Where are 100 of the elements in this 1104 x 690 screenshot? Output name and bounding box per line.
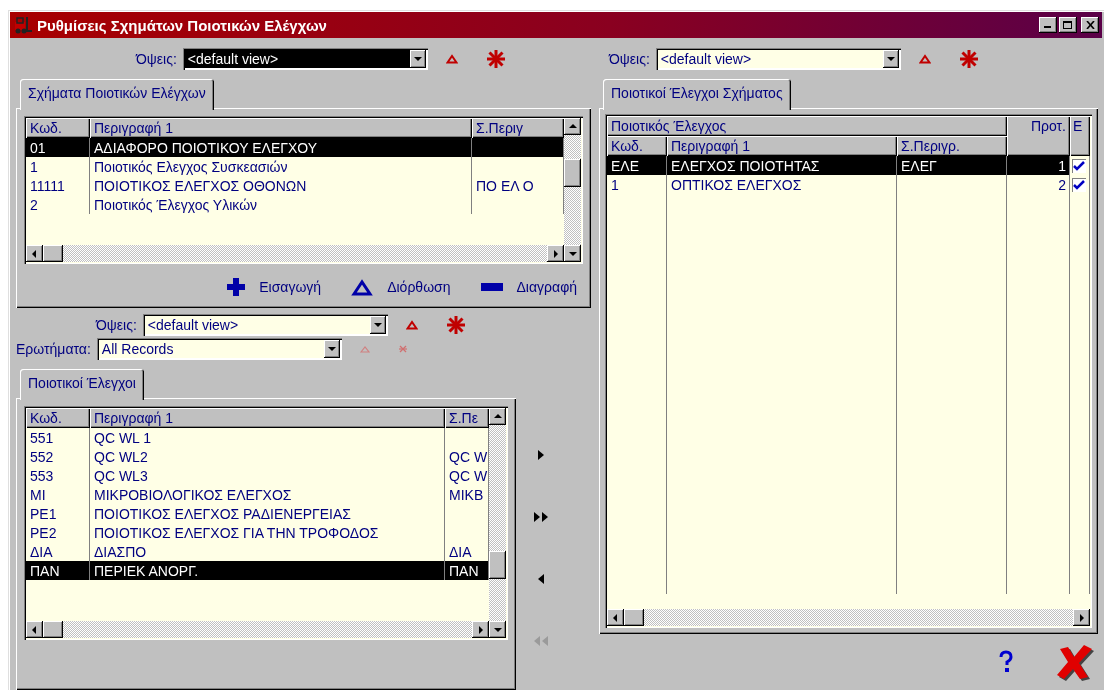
triangle-icon <box>359 345 370 353</box>
column-header[interactable]: Σ.Πε <box>445 408 489 428</box>
table-cell: 2 <box>26 195 90 214</box>
table-cell: 552 <box>26 447 90 466</box>
action-button[interactable]: Εισαγωγή <box>227 278 322 296</box>
help-button[interactable] <box>998 650 1014 674</box>
column-header[interactable]: Σ.Περιγ <box>472 118 564 138</box>
table-cell: ΕΛΕ <box>607 156 667 175</box>
table-cell: 11111 <box>26 176 90 195</box>
asterisk-button[interactable] <box>958 49 979 69</box>
column-header[interactable]: Κωδ. <box>26 408 90 428</box>
table-cell: ΜΙΚΡΟΒΙΟΛΟΓΙΚΟΣ ΕΛΕΓΧΟΣ <box>90 485 445 504</box>
triangle-icon <box>918 54 931 64</box>
asterisk-button[interactable] <box>485 49 506 69</box>
horizontal-scrollbar[interactable] <box>607 609 1090 626</box>
scroll-right-button[interactable] <box>1073 609 1090 626</box>
column-header[interactable]: Κωδ. <box>607 136 667 156</box>
asterisk-icon <box>958 49 979 69</box>
cross-icon <box>1054 643 1094 681</box>
scroll-thumb[interactable] <box>43 245 63 262</box>
action-button[interactable]: Διαγραφή <box>480 278 577 296</box>
triangle-button[interactable] <box>918 54 931 64</box>
table-cell: ΕΛΕΓ <box>897 156 1007 175</box>
scroll-thumb[interactable] <box>564 159 581 187</box>
scroll-left-button[interactable] <box>26 245 43 262</box>
column-header[interactable]: Περιγραφή 1 <box>90 408 445 428</box>
field-label: Όψεις: <box>136 51 177 67</box>
action-button[interactable]: Διόρθωση <box>351 278 451 296</box>
table-row[interactable]: ΕΛΕ ΕΛΕΓΧΟΣ ΠΟΙΟΤΗΤΑΣ ΕΛΕΓ 1 <box>607 156 1090 175</box>
table-row[interactable]: 01 ΑΔΙΑΦΟΡΟ ΠΟΙΟΤΙΚΟΥ ΕΛΕΓΧΟΥ <box>26 138 564 157</box>
scroll-up-button[interactable] <box>489 408 506 425</box>
add-all-button[interactable] <box>532 510 550 524</box>
scroll-down-button[interactable] <box>489 621 506 638</box>
question-mark-icon <box>998 650 1014 674</box>
scroll-up-button[interactable] <box>564 118 581 135</box>
scroll-left-button[interactable] <box>26 621 43 638</box>
double-triangle-left-icon <box>534 636 548 646</box>
close-button[interactable] <box>1081 17 1099 33</box>
field-label: Όψεις: <box>96 317 137 333</box>
table-cell: ΠΕΡΙΕΚ ΑΝΟΡΓ. <box>90 561 445 580</box>
view-dropdown[interactable]: <default view> <box>655 48 901 70</box>
table-cell: 553 <box>26 466 90 485</box>
caret-down-icon <box>326 344 337 354</box>
field-label: Όψεις: <box>609 51 650 67</box>
view-dropdown[interactable]: <default view> <box>182 48 428 70</box>
table-cell: ΠΟΙΟΤΙΚΟΣ ΕΛΕΓΧΟΣ ΓΙΑ ΤΗΝ ΤΡΟΦΟΔΟΣ <box>90 523 445 542</box>
table-cell: Ποιοτικός Έλεγχος Υλικών <box>90 195 472 214</box>
minimize-button[interactable] <box>1039 17 1057 33</box>
column-header[interactable]: Προτ. <box>1007 116 1070 156</box>
table-cell: ΑΔΙΑΦΟΡΟ ΠΟΙΟΤΙΚΟΥ ΕΛΕΓΧΟΥ <box>90 138 472 157</box>
vertical-scrollbar[interactable] <box>564 118 581 245</box>
table-cell: ΠΑΝ <box>26 561 90 580</box>
scroll-thumb[interactable] <box>624 609 644 626</box>
tab[interactable]: Σχήματα Ποιοτικών Ελέγχων <box>20 79 214 110</box>
asterisk-icon <box>485 49 506 69</box>
vertical-scrollbar[interactable] <box>489 408 506 621</box>
tab[interactable]: Ποιοτικοί Έλεγχοι <box>20 369 144 400</box>
checkbox[interactable] <box>1072 177 1086 192</box>
scroll-thumb[interactable] <box>43 621 63 638</box>
add-button[interactable] <box>536 448 546 462</box>
table-cell: ΟΠΤΙΚΟΣ ΕΛΕΓΧΟΣ <box>667 175 897 194</box>
table-cell: QC WL3 <box>90 466 445 485</box>
table-row[interactable]: ΠΑΝ ΠΕΡΙΕΚ ΑΝΟΡΓ. ΠΑΝ <box>26 561 489 580</box>
scroll-right-button[interactable] <box>547 245 564 262</box>
remove-button[interactable] <box>536 572 546 586</box>
scroll-left-button[interactable] <box>607 609 624 626</box>
table-cell: MI <box>26 485 90 504</box>
triangle-icon <box>351 278 374 296</box>
column-header[interactable]: Κωδ. <box>26 118 90 138</box>
caret-down-icon <box>885 54 896 64</box>
scroll-right-button[interactable] <box>472 621 489 638</box>
maximize-button[interactable] <box>1059 17 1077 33</box>
forklift-icon <box>13 16 33 34</box>
scroll-down-button[interactable] <box>564 245 581 262</box>
column-header[interactable]: Περιγραφή 1 <box>667 136 897 156</box>
scroll-thumb[interactable] <box>489 551 506 579</box>
table-cell: PE2 <box>26 523 90 542</box>
double-triangle-right-icon <box>534 512 548 522</box>
horizontal-scrollbar[interactable] <box>26 245 564 262</box>
view-dropdown[interactable]: <default view> <box>142 314 388 336</box>
checkmark-icon <box>1073 179 1085 190</box>
minus-icon <box>480 283 503 291</box>
column-header[interactable]: Σ.Περιγρ. <box>897 136 1007 156</box>
triangle-right-icon <box>538 450 544 460</box>
table-cell: ΠΟΙΟΤΙΚΟΣ ΕΛΕΓΧΟΣ ΡΑΔΙΕΝΕΡΓΕΙΑΣ <box>90 504 445 523</box>
table-row[interactable]: 1 ΟΠΤΙΚΟΣ ΕΛΕΓΧΟΣ 2 <box>607 175 1090 194</box>
table-cell: QC WL 1 <box>90 428 445 447</box>
tab[interactable]: Ποιοτικοί Έλεγχοι Σχήματος <box>603 79 791 110</box>
column-header[interactable]: Περιγραφή 1 <box>90 118 472 138</box>
triangle-button[interactable] <box>405 320 418 330</box>
table-cell: ΕΛΕΓΧΟΣ ΠΟΙΟΤΗΤΑΣ <box>667 156 897 175</box>
checkbox[interactable] <box>1072 158 1086 173</box>
horizontal-scrollbar[interactable] <box>26 621 489 638</box>
triangle-button[interactable] <box>445 54 458 64</box>
caret-down-icon <box>372 320 383 330</box>
table-cell: PE1 <box>26 504 90 523</box>
asterisk-button[interactable] <box>445 315 466 335</box>
table-cell: 551 <box>26 428 90 447</box>
table-cell: Ποιοτικός Ελεγχος Συσκεασιών <box>90 157 472 176</box>
column-header[interactable]: Ε <box>1070 116 1090 156</box>
